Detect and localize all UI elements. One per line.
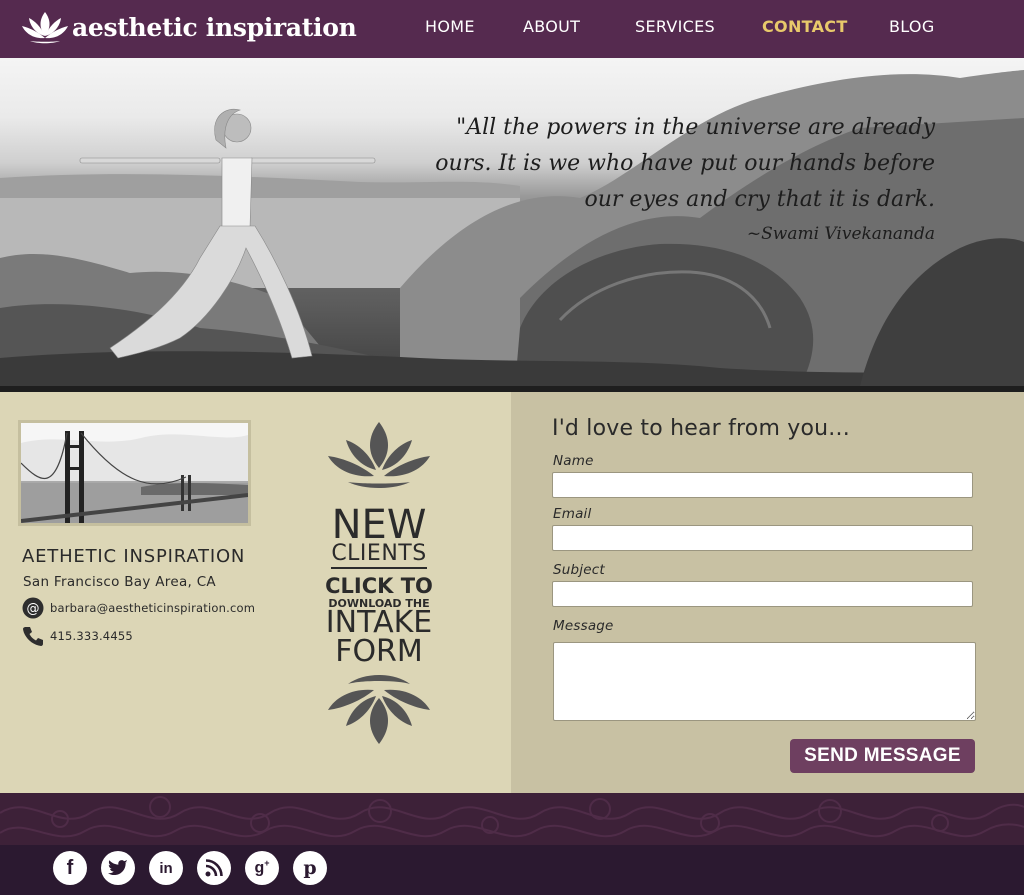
footer-pattern-band (0, 793, 1024, 845)
rss-icon[interactable] (197, 851, 231, 885)
quote-line-1: "All the powers in the universe are alre… (456, 115, 935, 140)
hero-landscape (0, 70, 1024, 386)
main-nav: HOME ABOUT SERVICES CONTACT BLOG (0, 0, 1024, 58)
intake-new: NEW (331, 502, 427, 548)
phone-number: 415.333.4455 (50, 629, 133, 643)
quote-line-2: ours. It is we who have put our hands be… (435, 151, 935, 176)
send-message-button[interactable]: SEND MESSAGE (790, 739, 975, 773)
business-location: San Francisco Bay Area, CA (23, 574, 216, 590)
subject-label: Subject (553, 562, 605, 578)
nav-contact[interactable]: CONTACT (762, 17, 848, 36)
google-plus-icon[interactable]: g+ (245, 851, 279, 885)
nav-blog[interactable]: BLOG (889, 17, 935, 36)
linkedin-icon[interactable]: in (149, 851, 183, 885)
golden-gate-photo (18, 420, 251, 526)
hero-quote: "All the powers in the universe are alre… (435, 110, 935, 218)
nav-home[interactable]: HOME (425, 17, 475, 36)
message-label: Message (553, 618, 614, 634)
hero-banner: "All the powers in the universe are alre… (0, 58, 1024, 386)
intake-clients: CLIENTS (331, 541, 427, 566)
nav-services[interactable]: SERVICES (635, 17, 715, 36)
facebook-icon[interactable]: f (53, 851, 87, 885)
email-at-icon: @ (22, 597, 44, 619)
site-footer: f in g+ p (0, 845, 1024, 895)
intake-form-download[interactable]: NEW CLIENTS CLICK TO DOWNLOAD THE INTAKE… (318, 412, 440, 748)
contact-form-panel: I'd love to hear from you... Name Email … (511, 392, 1024, 793)
name-field[interactable] (552, 472, 973, 498)
quote-line-3: our eyes and cry that it is dark. (584, 187, 936, 212)
lotus-top-icon (328, 422, 430, 488)
phone-row: 415.333.4455 (22, 625, 133, 647)
phone-icon (22, 625, 44, 647)
svg-text:@: @ (27, 602, 40, 617)
email-link[interactable]: barbara@aestheticinspiration.com (50, 601, 255, 615)
form-title: I'd love to hear from you... (552, 416, 850, 441)
site-header: aesthetic inspiration HOME ABOUT SERVICE… (0, 0, 1024, 58)
quote-author: ~Swami Vivekananda (746, 224, 935, 244)
twitter-icon[interactable] (101, 851, 135, 885)
pinterest-icon[interactable]: p (293, 851, 327, 885)
email-label: Email (553, 506, 592, 522)
intake-form: FORM (335, 634, 423, 669)
email-field[interactable] (552, 525, 973, 551)
name-label: Name (553, 453, 594, 469)
business-name: AETHETIC INSPIRATION (22, 546, 246, 567)
email-row[interactable]: @ barbara@aestheticinspiration.com (22, 597, 255, 619)
lotus-bottom-icon (328, 675, 430, 744)
nav-about[interactable]: ABOUT (523, 17, 580, 36)
intake-click-to: CLICK TO (325, 574, 433, 598)
subject-field[interactable] (552, 581, 973, 607)
message-field[interactable] (553, 642, 976, 721)
contact-info-panel: AETHETIC INSPIRATION San Francisco Bay A… (0, 392, 511, 793)
intake-divider (331, 567, 427, 569)
